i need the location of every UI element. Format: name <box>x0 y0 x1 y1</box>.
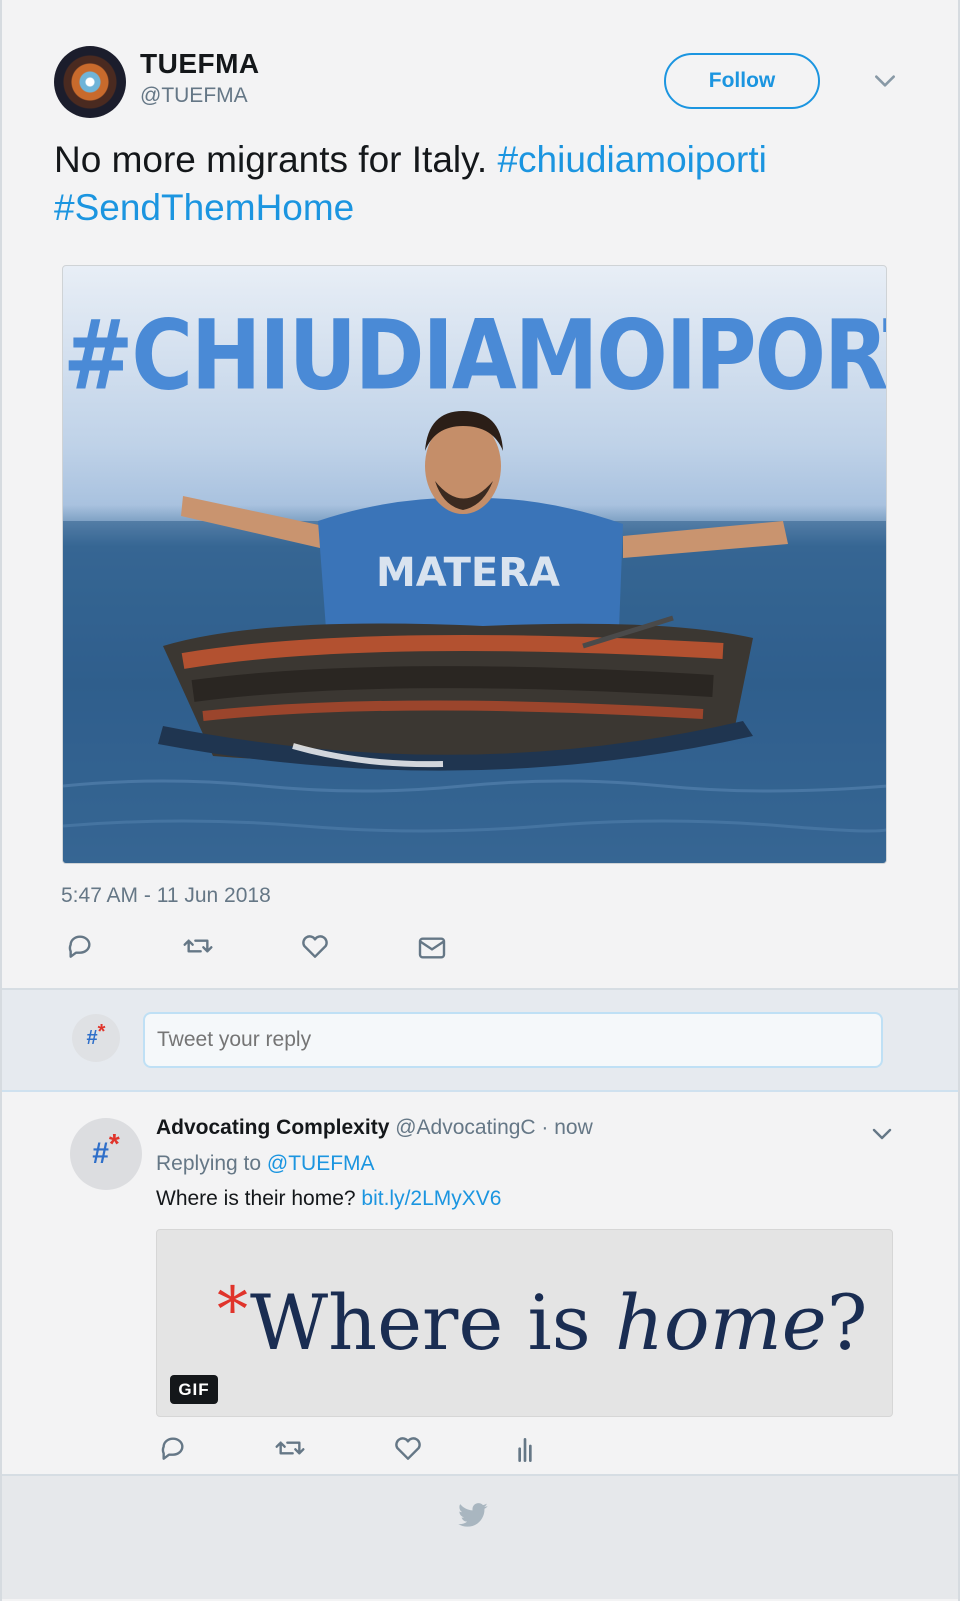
chevron-down-icon[interactable] <box>872 68 898 94</box>
reply-input[interactable] <box>143 1012 883 1068</box>
gif-badge: GIF <box>170 1375 218 1404</box>
reply-composer: # * <box>2 990 958 1090</box>
gif-headline-end: ? <box>826 1278 868 1367</box>
avatar-asterisk: * <box>97 1020 106 1043</box>
twitter-bird-icon[interactable] <box>457 1502 489 1530</box>
retweet-icon[interactable] <box>274 1432 306 1464</box>
avatar: # * <box>72 1014 120 1062</box>
chevron-down-icon[interactable] <box>870 1122 894 1146</box>
tweet-media[interactable]: #CHIUDIAMOIPORTI MATERA <box>62 265 887 864</box>
url-link[interactable]: bit.ly/2LMyXV6 <box>361 1187 501 1210</box>
gif-headline-italic: home <box>614 1278 827 1367</box>
retweet-icon[interactable] <box>182 930 214 962</box>
shirt-text: MATERA <box>376 550 560 596</box>
reply-tweet: # * Advocating Complexity @AdvocatingC · … <box>2 1092 958 1474</box>
display-name[interactable]: Advocating Complexity <box>156 1116 389 1139</box>
avatar[interactable]: # * <box>70 1118 142 1190</box>
reply-text: Where is their home? bit.ly/2LMyXV6 <box>156 1187 501 1211</box>
display-name[interactable]: TUEFMA <box>140 48 260 80</box>
timestamp[interactable]: 5:47 AM - 11 Jun 2018 <box>61 884 271 908</box>
reply-text-plain: Where is their home? <box>156 1187 362 1210</box>
tweet-text: No more migrants for Italy. #chiudiamoip… <box>54 136 904 232</box>
media-illustration: MATERA <box>63 411 886 863</box>
hashtag-link[interactable]: #SendThemHome <box>54 187 354 228</box>
tweet-card: TUEFMA @TUEFMA Follow No more migrants f… <box>0 0 960 1601</box>
replying-to: Replying to @TUEFMA <box>156 1152 375 1176</box>
handle[interactable]: @TUEFMA <box>140 84 260 108</box>
gif-headline-plain: Where is <box>250 1278 615 1367</box>
hashtag-link[interactable]: #chiudiamoiporti <box>497 139 766 180</box>
avatar-hash: # <box>86 1026 98 1049</box>
avatar-asterisk: * <box>108 1128 120 1159</box>
reply-header: Advocating Complexity @AdvocatingC · now <box>156 1116 593 1140</box>
like-icon[interactable] <box>299 930 331 962</box>
handle-and-time[interactable]: @AdvocatingC · now <box>389 1116 593 1139</box>
gif-headline: *Where is home? <box>217 1273 868 1367</box>
avatar-hash: # <box>92 1137 109 1170</box>
replying-prefix: Replying to <box>156 1152 267 1175</box>
mention-link[interactable]: @TUEFMA <box>267 1152 375 1175</box>
page: TUEFMA @TUEFMA Follow No more migrants f… <box>0 0 960 1601</box>
gif-media[interactable]: *Where is home? GIF <box>156 1229 893 1417</box>
tweet-text-plain: No more migrants for Italy. <box>54 139 498 180</box>
follow-button[interactable]: Follow <box>664 53 820 109</box>
reply-icon[interactable] <box>157 1432 189 1464</box>
like-icon[interactable] <box>392 1432 424 1464</box>
footer <box>2 1476 958 1599</box>
tweet-header: TUEFMA @TUEFMA Follow <box>54 46 898 120</box>
author-block[interactable]: TUEFMA @TUEFMA <box>140 48 260 108</box>
analytics-icon[interactable] <box>509 1434 541 1466</box>
avatar[interactable] <box>54 46 126 118</box>
reply-icon[interactable] <box>64 930 96 962</box>
gif-asterisk: * <box>217 1273 248 1346</box>
dm-icon[interactable] <box>416 932 448 964</box>
